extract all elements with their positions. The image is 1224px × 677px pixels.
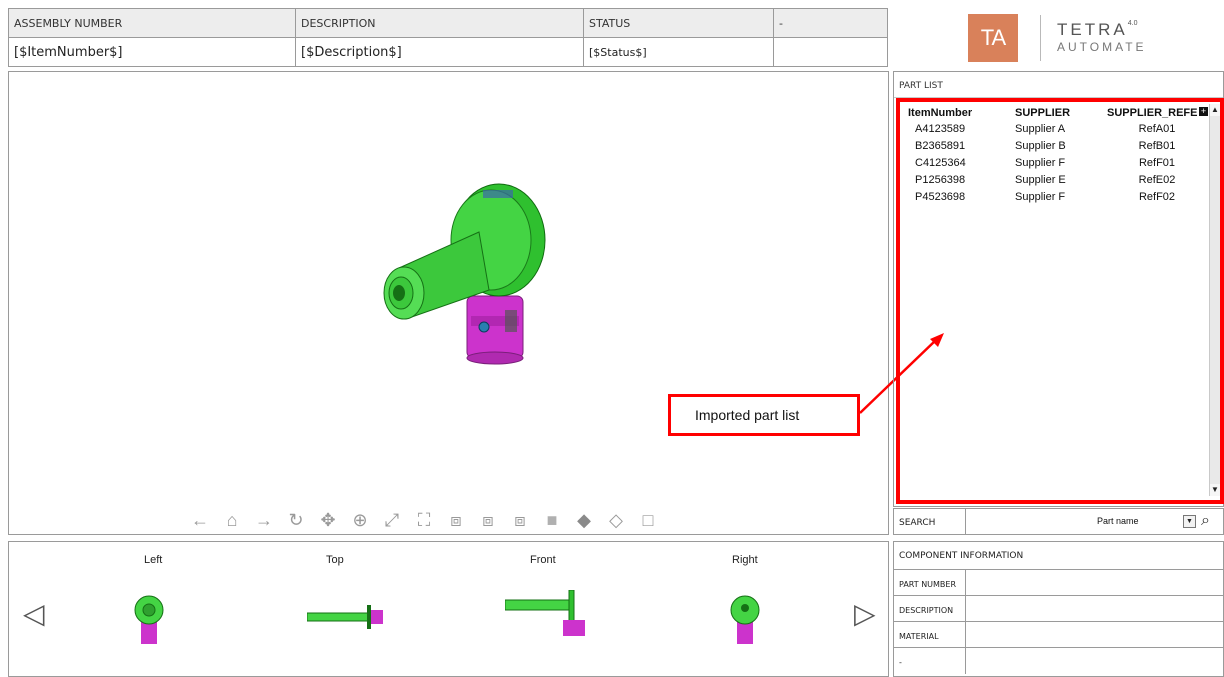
- field-label: DESCRIPTION: [894, 596, 966, 621]
- cell-supplier-ref: RefE02: [1138, 173, 1176, 186]
- cell-supplier-ref: RefF01: [1138, 156, 1176, 169]
- chevron-left-icon[interactable]: ◁: [23, 597, 45, 630]
- thumbnail-front[interactable]: [505, 590, 590, 640]
- cell-itemnumber: P4523698: [915, 190, 966, 203]
- scroll-up-icon[interactable]: ▲: [1210, 104, 1220, 116]
- table-row[interactable]: P4523698 Supplier F RefF02: [901, 188, 1207, 205]
- cell-itemnumber: P1256398: [915, 173, 966, 186]
- table-row[interactable]: A4123589 Supplier A RefA01: [901, 120, 1207, 137]
- view-label-right: Right: [732, 554, 758, 566]
- info-row-extra: -: [894, 648, 1223, 674]
- cell-itemnumber: B2365891: [915, 139, 966, 152]
- part-list-scrollbar[interactable]: ▲ ▼: [1209, 104, 1220, 496]
- table-row[interactable]: P1256398 Supplier E RefE02: [901, 171, 1207, 188]
- search-bar: SEARCH: [893, 508, 1224, 535]
- view-label-front: Front: [530, 554, 556, 566]
- col-itemnumber[interactable]: ItemNumber: [901, 107, 1001, 119]
- part-list-table[interactable]: ItemNumber SUPPLIER SUPPLIER_REFE A41235…: [901, 106, 1207, 205]
- chevron-down-icon[interactable]: ▼: [1183, 515, 1196, 528]
- cell-supplier: Supplier F: [1015, 190, 1066, 203]
- table-row[interactable]: C4125364 Supplier F RefF01: [901, 154, 1207, 171]
- cell-supplier: Supplier A: [1015, 122, 1066, 135]
- field-label: PART NUMBER: [894, 570, 966, 595]
- search-field-select[interactable]: Part name: [1097, 516, 1139, 526]
- table-row[interactable]: B2365891 Supplier B RefB01: [901, 137, 1207, 154]
- part-list-header: ItemNumber SUPPLIER SUPPLIER_REFE: [901, 106, 1207, 120]
- cell-supplier: Supplier F: [1015, 156, 1066, 169]
- search-label: SEARCH: [894, 509, 966, 534]
- view-thumbnails: ◁ ▷ Left Top Front Right: [8, 541, 889, 677]
- scroll-down-icon[interactable]: ▼: [1210, 484, 1220, 496]
- search-icon[interactable]: ⌕: [1201, 512, 1210, 530]
- view-label-top: Top: [326, 554, 344, 566]
- plus-icon[interactable]: +: [1199, 107, 1208, 116]
- view-label-left: Left: [144, 554, 163, 566]
- field-label: MATERIAL: [894, 622, 966, 647]
- cell-supplier: Supplier E: [1015, 173, 1066, 186]
- info-row-material: MATERIAL: [894, 622, 1223, 648]
- cell-supplier-ref: RefA01: [1138, 122, 1176, 135]
- component-info-title: COMPONENT INFORMATION: [894, 542, 1223, 570]
- col-supplier-ref[interactable]: SUPPLIER_REFE: [1107, 107, 1207, 119]
- part-list-title: PART LIST: [894, 72, 1223, 98]
- cell-supplier-ref: RefF02: [1138, 190, 1176, 203]
- thumbnail-left[interactable]: [131, 592, 167, 648]
- component-info-panel: COMPONENT INFORMATION PART NUMBER DESCRI…: [893, 541, 1224, 677]
- chevron-right-icon[interactable]: ▷: [854, 597, 876, 630]
- col-supplier[interactable]: SUPPLIER: [1001, 107, 1107, 119]
- info-row-part-number: PART NUMBER: [894, 570, 1223, 596]
- cell-supplier: Supplier B: [1015, 139, 1066, 152]
- cell-itemnumber: A4123589: [915, 122, 966, 135]
- field-label: -: [894, 648, 966, 674]
- thumbnail-top[interactable]: [307, 602, 392, 632]
- cell-itemnumber: C4125364: [915, 156, 966, 169]
- cell-supplier-ref: RefB01: [1138, 139, 1176, 152]
- thumbnail-right[interactable]: [725, 592, 765, 648]
- info-row-description: DESCRIPTION: [894, 596, 1223, 622]
